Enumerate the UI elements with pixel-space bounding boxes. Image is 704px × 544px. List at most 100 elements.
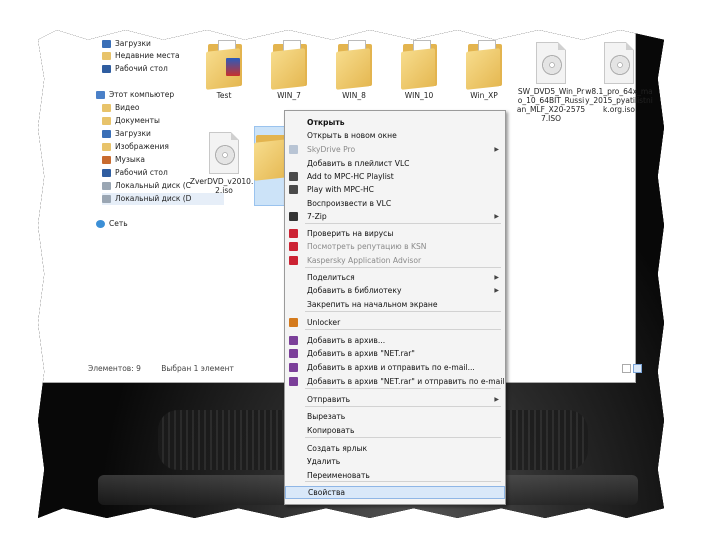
downloads-icon [102, 40, 111, 48]
menu-item[interactable]: Переименовать [285, 469, 505, 482]
nav-item-desktop-2[interactable]: Рабочий стол [102, 167, 168, 179]
menu-item-label: Добавить в архив "NET.rar" и отправить п… [307, 377, 505, 386]
selected-folder-net[interactable] [254, 126, 290, 206]
menu-item[interactable]: Открыть [285, 116, 505, 129]
menu-item[interactable]: Добавить в архив и отправить по e-mail..… [285, 361, 505, 374]
menu-item[interactable]: Закрепить на начальном экране [285, 298, 505, 311]
submenu-arrow-icon: ▶ [494, 396, 499, 403]
nav-item-pictures[interactable]: Изображения [102, 141, 169, 153]
menu-separator [305, 388, 501, 389]
nav-item-documents[interactable]: Документы [102, 115, 160, 127]
screenshot-frame: Загрузки Недавние места Рабочий стол Это… [38, 30, 664, 518]
nav-item-network[interactable]: Сеть [96, 218, 128, 230]
menu-item[interactable]: Воспроизвести в VLC [285, 197, 505, 210]
menu-item[interactable]: Открыть в новом окне [285, 129, 505, 142]
mouse-cursor-icon [336, 517, 348, 518]
menu-item[interactable]: Добавить в плейлист VLC [285, 157, 505, 170]
file-item-winxp[interactable]: Win_XP [449, 36, 519, 100]
menu-item-label: Добавить в плейлист VLC [307, 159, 410, 168]
nav-label: Загрузки [115, 39, 151, 48]
menu-item[interactable]: SkyDrive Pro ▶ [285, 143, 505, 156]
large-icons-view-button[interactable] [633, 364, 642, 373]
nav-item-recent-places[interactable]: Недавние места [102, 50, 180, 62]
file-item-iso-w81[interactable]: w8.1_pro_64x_may_2015_pyatilistnik.org.i… [584, 42, 654, 114]
file-name: Test [216, 91, 232, 100]
menu-item[interactable]: Добавить в библиотеку ▶ [285, 284, 505, 297]
disc-image-icon [604, 42, 634, 84]
menu-item-label: 7-Zip [307, 212, 327, 221]
mpc-hc-icon [289, 185, 298, 194]
file-item-win8[interactable]: WIN_8 [319, 36, 389, 100]
submenu-arrow-icon: ▶ [494, 146, 499, 153]
menu-item-label: SkyDrive Pro [307, 145, 356, 154]
unlocker-icon [289, 318, 298, 327]
menu-item-label: Kaspersky Application Advisor [307, 256, 422, 265]
desktop-folder-icon [102, 169, 111, 177]
menu-item-label: Отправить [307, 395, 351, 404]
file-name: WIN_10 [404, 91, 434, 100]
recent-places-icon [102, 52, 111, 60]
menu-separator [305, 311, 501, 312]
nav-label: Рабочий стол [115, 168, 168, 177]
music-folder-icon [102, 156, 111, 164]
nav-item-this-pc[interactable]: Этот компьютер [96, 89, 174, 101]
nav-item-drive-c[interactable]: Локальный диск (C [102, 180, 191, 192]
menu-item[interactable]: 7-Zip ▶ [285, 210, 505, 223]
menu-item[interactable]: Свойства [285, 486, 505, 499]
nav-item-video[interactable]: Видео [102, 102, 139, 114]
details-view-button[interactable] [622, 364, 631, 373]
menu-item-label: Проверить на вирусы [307, 229, 394, 238]
folder-icon [334, 36, 374, 90]
menu-item-label: Копировать [307, 426, 355, 435]
menu-item[interactable]: Play with MPC-HC [285, 183, 505, 196]
menu-item-label: Удалить [307, 457, 341, 466]
disc-image-icon [536, 42, 566, 84]
menu-item[interactable]: Посмотреть репутацию в KSN [285, 240, 505, 253]
nav-item-desktop[interactable]: Рабочий стол [102, 63, 168, 75]
menu-item[interactable]: Удалить [285, 455, 505, 468]
7zip-icon [289, 212, 298, 221]
file-item-iso-win10[interactable]: SW_DVD5_Win_Pro_10_64BIT_Russian_MLF_X20… [516, 42, 586, 123]
menu-item[interactable]: Копировать [285, 424, 505, 437]
menu-separator [305, 223, 501, 224]
pictures-folder-icon [102, 143, 111, 151]
menu-item-label: Добавить в библиотеку [307, 286, 402, 295]
file-item-win7[interactable]: WIN_7 [254, 36, 324, 100]
file-name: w8.1_pro_64x_may_2015_pyatilistnik.org.i… [585, 87, 653, 114]
folder-icon [204, 36, 244, 90]
kaspersky-icon [289, 256, 298, 265]
nav-item-music[interactable]: Музыка [102, 154, 145, 166]
menu-item[interactable]: Создать ярлык [285, 442, 505, 455]
menu-item[interactable]: Добавить в архив "NET.rar" [285, 347, 505, 360]
nav-label: Локальный диск (D [115, 194, 192, 203]
nav-label: Загрузки [115, 129, 151, 138]
disc-image-icon [209, 132, 239, 174]
menu-item[interactable]: Kaspersky Application Advisor [285, 254, 505, 267]
file-item-win10[interactable]: WIN_10 [384, 36, 454, 100]
nav-label: Локальный диск (C [115, 181, 191, 190]
winrar-icon [289, 336, 298, 345]
winrar-icon [289, 377, 298, 386]
downloads-folder-icon [102, 130, 111, 138]
menu-item[interactable]: Unlocker [285, 316, 505, 329]
menu-item-label: Закрепить на начальном экране [307, 300, 438, 309]
nav-label: Рабочий стол [115, 64, 168, 73]
nav-item-downloads[interactable]: Загрузки [102, 38, 151, 50]
menu-item-label: Добавить в архив "NET.rar" [307, 349, 415, 358]
menu-separator [305, 329, 501, 330]
file-item-iso-zverdvd[interactable]: ZverDVD_v2010.12.iso [189, 132, 259, 195]
nav-item-downloads-2[interactable]: Загрузки [102, 128, 151, 140]
menu-item[interactable]: Отправить ▶ [285, 393, 505, 406]
file-item-test[interactable]: Test [189, 36, 259, 100]
menu-item[interactable]: Add to MPC-HC Playlist [285, 170, 505, 183]
nav-label: Видео [115, 103, 140, 112]
folder-icon [399, 36, 439, 90]
file-name: SW_DVD5_Win_Pro_10_64BIT_Russian_MLF_X20… [516, 87, 586, 123]
menu-item-label: Добавить в архив... [307, 336, 386, 345]
menu-item[interactable]: Добавить в архив "NET.rar" и отправить п… [285, 375, 505, 388]
menu-item[interactable]: Вырезать [285, 410, 505, 423]
menu-item[interactable]: Добавить в архив... [285, 334, 505, 347]
folder-icon [464, 36, 504, 90]
menu-item[interactable]: Проверить на вирусы [285, 227, 505, 240]
menu-item[interactable]: Поделиться ▶ [285, 271, 505, 284]
